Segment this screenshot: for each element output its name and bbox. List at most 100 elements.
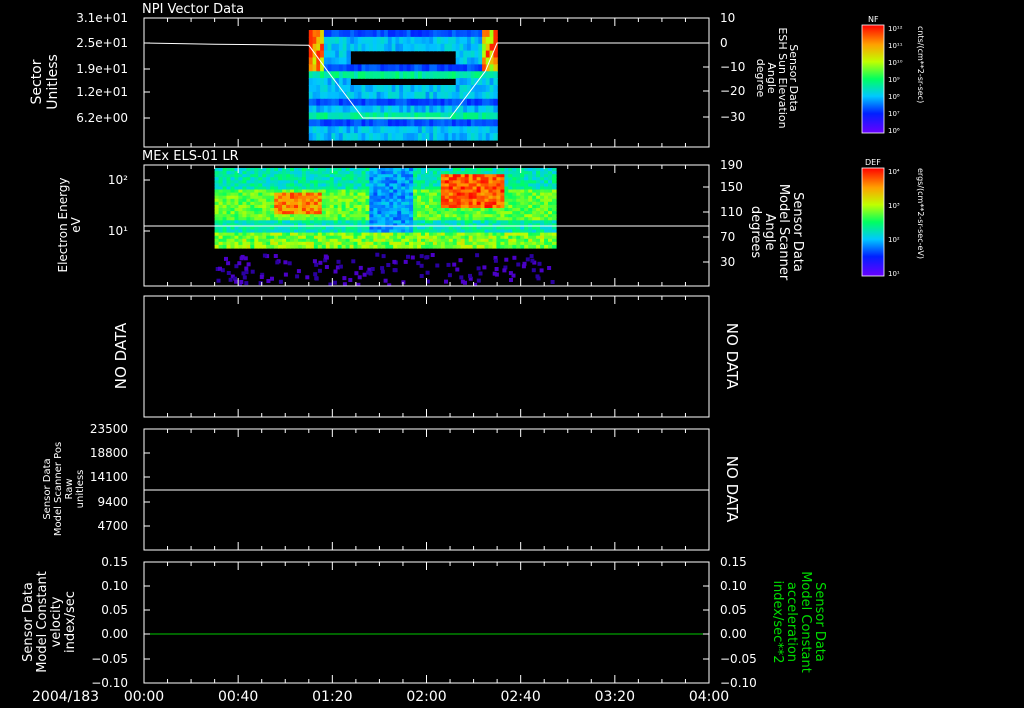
panel-4-left-label: Sensor Data Model Scanner Pos Raw unitle… [42, 442, 86, 536]
spectrogram-cell [308, 133, 314, 141]
spectrogram-cell [444, 105, 449, 114]
spectrogram-cell [395, 119, 400, 127]
spectrogram-speck [537, 261, 542, 266]
spectrogram-speck [259, 275, 264, 279]
spectrogram-cell [331, 91, 336, 100]
spectrogram-speck [218, 266, 222, 271]
spectrogram-cell [410, 71, 415, 79]
spectrogram-cell [369, 244, 374, 249]
spectrogram-cell [387, 105, 393, 114]
spectrogram-cell [342, 71, 348, 79]
spectrogram-cell [451, 133, 457, 141]
plot-canvas: NPI Vector Data 3.1e+01 2.5e+01 1.9e+01 1.2… [21, 2, 925, 705]
spectrogram-cell [440, 126, 445, 134]
spectrogram-cell [331, 64, 336, 72]
spectrogram-cell [463, 50, 468, 59]
spectrogram-cell [418, 112, 423, 120]
spectrogram-cell [429, 126, 434, 134]
spectrogram-cell [327, 126, 332, 134]
spectrogram-speck [387, 283, 392, 286]
spectrogram-cell [384, 43, 389, 52]
spectrogram-cell [440, 112, 445, 120]
spectrogram-cell [308, 50, 314, 59]
spectrogram-cell [493, 71, 498, 79]
spectrogram-cell [376, 85, 381, 93]
colorbar-label: 10⁴ [888, 168, 900, 176]
panel-5-left-ticks: 0.15 0.10 0.05 0.00 −0.05 −0.10 [91, 555, 150, 690]
spectrogram-cell [308, 57, 314, 65]
spectrogram-cell [331, 57, 336, 65]
spectrogram-cell [399, 85, 404, 93]
spectrogram-cell [552, 244, 557, 249]
spectrogram-cell [384, 91, 389, 100]
spectrogram-cell [463, 126, 468, 134]
spectrogram-cell [365, 126, 370, 134]
spectrogram-speck [317, 268, 322, 273]
spectrogram-cell [338, 43, 344, 52]
spectrogram-cell [463, 133, 468, 141]
spectrogram-speck [275, 260, 280, 265]
spectrogram-cell [463, 64, 468, 72]
spectrogram-speck [512, 255, 517, 260]
p4-left-tick-label: 9400 [97, 495, 128, 509]
spectrogram-cell [433, 36, 438, 45]
spectrogram-cell [489, 30, 494, 38]
time-tick-label: 03:20 [595, 689, 635, 705]
npi-spectrogram [308, 30, 498, 141]
spectrogram-cell [327, 119, 332, 127]
spectrogram-cell [500, 244, 505, 249]
spectrogram-cell [218, 244, 224, 249]
svg-text:Sensor Data: Sensor Data [812, 582, 827, 662]
spectrogram-cell [387, 64, 393, 72]
spectrogram-cell [399, 105, 404, 114]
spectrogram-cell [290, 244, 295, 249]
spectrogram-cell [361, 98, 366, 107]
spectrogram-cell [372, 112, 378, 120]
spectrogram-cell [440, 36, 445, 45]
spectrogram-cell [433, 91, 438, 100]
spectrogram-cell [320, 133, 325, 141]
spectrogram-cell [433, 43, 438, 52]
spectrogram-cell [350, 119, 355, 127]
spectrogram-speck [283, 272, 288, 277]
spectrogram-cell [294, 244, 299, 249]
spectrogram-cell [258, 244, 263, 249]
spectrogram-cell [440, 43, 445, 52]
spectrogram-cell [536, 244, 541, 249]
spectrogram-cell [316, 85, 321, 93]
spectrogram-cell [429, 112, 434, 120]
spectrogram-cell [346, 50, 351, 59]
svg-text:velocity: velocity [49, 596, 64, 647]
spectrogram-cell [493, 85, 498, 93]
spectrogram-cell [316, 30, 321, 38]
spectrogram-cell [474, 85, 479, 93]
spectrogram-cell [485, 50, 491, 59]
spectrogram-cell [488, 244, 494, 249]
spectrogram-cell [395, 126, 400, 134]
spectrogram-speck [521, 264, 526, 269]
spectrogram-cell [485, 91, 491, 100]
spectrogram-cell [433, 71, 438, 79]
spectrogram-cell [463, 43, 468, 52]
spectrogram-cell [451, 126, 457, 134]
spectrogram-cell [361, 244, 367, 249]
spectrogram-speck [478, 271, 483, 276]
time-tick-label: 02:40 [500, 689, 540, 705]
spectrogram-speck [234, 279, 239, 284]
spectrogram-cell [478, 133, 483, 141]
spectrogram-cell [444, 133, 449, 141]
spectrogram-cell [421, 64, 427, 72]
spectrogram-cell [444, 126, 449, 134]
spectrogram-cell [418, 105, 423, 114]
spectrogram-cell [350, 36, 355, 45]
spectrogram-cell [418, 36, 423, 45]
spectrogram-cell [508, 244, 513, 249]
spectrogram-cell [384, 119, 389, 127]
spectrogram-cell [489, 91, 494, 100]
svg-text:Sensor Data: Sensor Data [21, 582, 36, 662]
spectrogram-cell [484, 244, 490, 249]
spectrogram-cell [467, 119, 472, 127]
colorbar-label: 10¹ [888, 270, 900, 278]
spectrogram-cell [410, 119, 415, 127]
spectrogram-cell [548, 244, 553, 249]
